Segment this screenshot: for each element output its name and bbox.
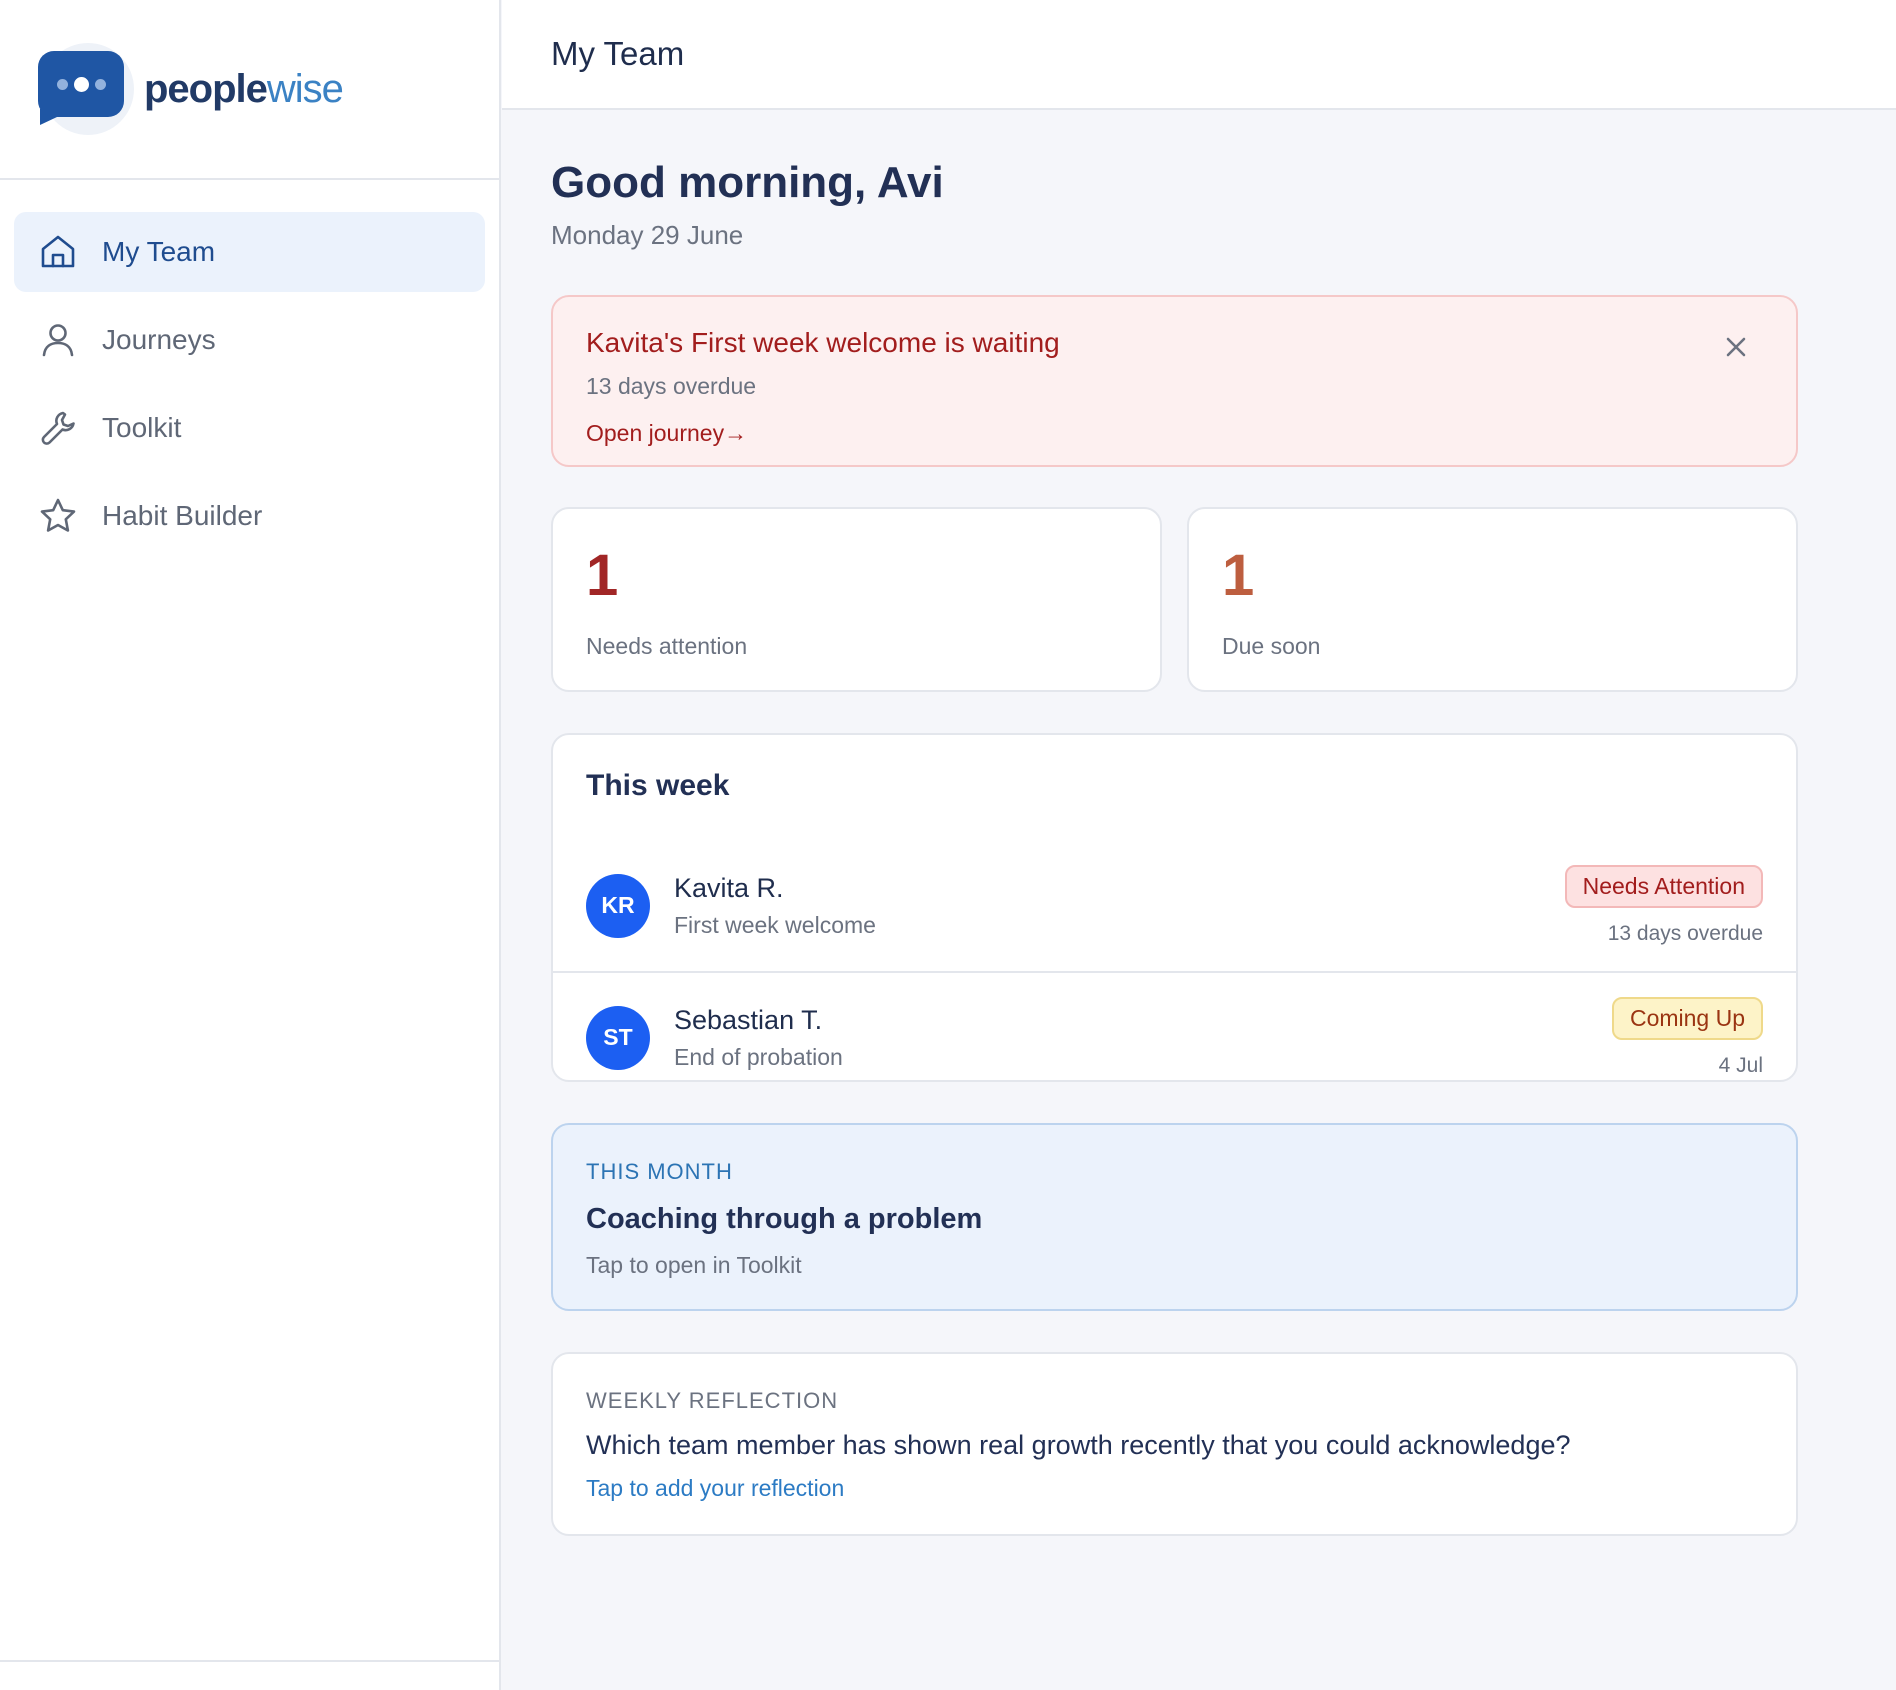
list-item[interactable]: KR Kavita R. First week welcome Needs At… xyxy=(553,840,1796,971)
status-badge: Needs Attention xyxy=(1564,865,1763,908)
sidebar-footer-divider xyxy=(0,1660,499,1662)
row-status: Coming Up 4 Jul xyxy=(1611,997,1763,1078)
person-info: Sebastian T. End of probation xyxy=(674,1005,843,1071)
stat-value: 1 xyxy=(586,543,619,608)
greeting-date: Monday 29 June xyxy=(551,220,744,250)
this-month-kicker: THIS MONTH xyxy=(586,1159,733,1184)
sidebar-item-habit-builder[interactable]: Habit Builder xyxy=(14,476,485,556)
stat-label: Due soon xyxy=(1222,633,1321,659)
sidebar-item-my-team[interactable]: My Team xyxy=(14,212,485,292)
alert-title: Kavita's First week welcome is waiting xyxy=(586,327,1060,358)
stats-row: 1 Needs attention 1 Due soon xyxy=(551,507,1798,692)
this-month-title: Coaching through a problem xyxy=(586,1203,983,1235)
sidebar-item-label: Habit Builder xyxy=(102,500,263,531)
sidebar-item-label: Toolkit xyxy=(102,412,182,443)
status-badge: Coming Up xyxy=(1611,997,1763,1040)
person-icon xyxy=(38,320,78,360)
due-info: 13 days overdue xyxy=(1607,922,1763,945)
brand-name-part1: people xyxy=(144,66,268,111)
sidebar-item-toolkit[interactable]: Toolkit xyxy=(14,388,485,468)
sidebar-item-label: My Team xyxy=(102,236,216,267)
avatar: KR xyxy=(586,873,650,938)
journey-name: First week welcome xyxy=(674,911,876,938)
reflection-kicker: WEEKLY REFLECTION xyxy=(586,1388,839,1413)
person-name: Sebastian T. xyxy=(674,1004,823,1035)
sidebar: peoplewise My Team Journeys Toolkit Habi… xyxy=(0,0,501,1690)
sidebar-item-label: Journeys xyxy=(102,324,216,355)
app: peoplewise My Team Journeys Toolkit Habi… xyxy=(0,0,1896,1690)
star-icon xyxy=(38,496,78,536)
brand-name: peoplewise xyxy=(144,66,344,112)
logo-chat-bubble-icon xyxy=(34,39,134,139)
this-month-card[interactable]: THIS MONTH Coaching through a problem Ta… xyxy=(551,1123,1798,1311)
top-bar: My Team xyxy=(502,0,1896,110)
list-item[interactable]: ST Sebastian T. End of probation Coming … xyxy=(553,971,1796,1080)
sidebar-item-journeys[interactable]: Journeys xyxy=(14,300,485,380)
page-title: My Team xyxy=(551,35,685,72)
this-week-title: This week xyxy=(586,769,730,802)
open-journey-link[interactable]: Open journey→ xyxy=(586,420,747,447)
home-icon xyxy=(38,232,78,272)
row-status: Needs Attention 13 days overdue xyxy=(1564,865,1763,946)
wrench-icon xyxy=(38,408,78,448)
stat-card-needs-attention[interactable]: 1 Needs attention xyxy=(551,507,1162,692)
add-reflection-link[interactable]: Tap to add your reflection xyxy=(586,1475,844,1502)
brand-name-part2: wise xyxy=(266,66,344,111)
brand[interactable]: peoplewise xyxy=(0,0,499,180)
person-info: Kavita R. First week welcome xyxy=(674,873,876,939)
avatar: ST xyxy=(586,1005,650,1070)
close-icon[interactable] xyxy=(1722,333,1750,361)
journey-name: End of probation xyxy=(674,1043,843,1070)
sidebar-nav: My Team Journeys Toolkit Habit Builder xyxy=(0,180,499,556)
person-name: Kavita R. xyxy=(674,872,784,903)
greeting-title: Good morning, Avi xyxy=(551,158,944,207)
weekly-reflection-card: WEEKLY REFLECTION Which team member has … xyxy=(551,1352,1798,1536)
this-month-subtitle: Tap to open in Toolkit xyxy=(586,1252,802,1278)
stat-value: 1 xyxy=(1222,543,1255,608)
due-info: 4 Jul xyxy=(1718,1054,1763,1077)
dashboard-content: Good morning, Avi Monday 29 June Kavita'… xyxy=(502,110,1798,1536)
alert-subtitle: 13 days overdue xyxy=(586,373,757,399)
this-week-card: This week KR Kavita R. First week welcom… xyxy=(551,733,1798,1082)
stat-label: Needs attention xyxy=(586,633,748,659)
overdue-alert: Kavita's First week welcome is waiting 1… xyxy=(551,295,1798,467)
reflection-question: Which team member has shown real growth … xyxy=(586,1430,1571,1460)
stat-card-due-soon[interactable]: 1 Due soon xyxy=(1187,507,1798,692)
main: My Team Good morning, Avi Monday 29 June… xyxy=(502,0,1896,1690)
